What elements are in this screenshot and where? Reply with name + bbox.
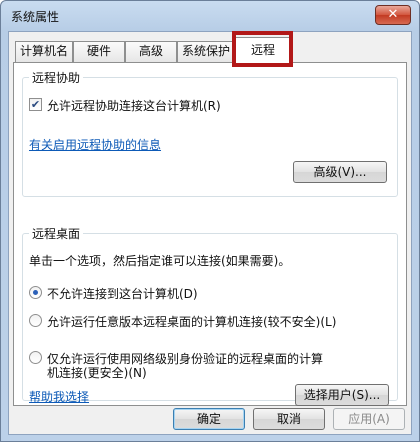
help-me-choose-link[interactable]: 帮助我选择 [29,388,89,405]
remote-assistance-info-link[interactable]: 有关启用远程协助的信息 [29,136,161,153]
option-deny-label[interactable]: 不允许连接到这台计算机(D) [47,285,198,302]
remote-tab-panel: 远程协助 ✔ 允许远程协助连接这台计算机(R) 有关启用远程协助的信息 高级(V… [13,62,407,406]
close-icon: ✕ [387,7,399,22]
tab-advanced[interactable]: 高级 [125,41,177,62]
system-properties-window: 系统属性 ✕ 计算机名 硬件 高级 系统保护 远程 远程协助 ✔ 允许远程协助连… [0,0,420,442]
option-any-version-label[interactable]: 允许运行任意版本远程桌面的计算机连接(较不安全)(L) [47,313,336,330]
close-button[interactable]: ✕ [375,5,411,25]
option-nla-only-label-line2[interactable]: 机连接(更安全)(N) [47,364,147,381]
window-title: 系统属性 [11,10,60,24]
remote-desktop-group-label: 远程桌面 [29,225,84,242]
tab-system-protection[interactable]: 系统保护 [177,41,235,62]
ok-button[interactable]: 确定 [173,408,245,430]
allow-remote-assistance-checkbox[interactable]: ✔ [29,98,42,111]
remote-desktop-group: 远程桌面 单击一个选项，然后指定谁可以连接(如果需要)。 不允许连接到这台计算机… [22,225,398,406]
title-bar[interactable]: 系统属性 ✕ [1,1,419,31]
tab-computer-name[interactable]: 计算机名 [15,41,73,62]
option-any-version-radio[interactable] [29,314,42,327]
cancel-button[interactable]: 取消 [253,408,325,430]
tab-hardware[interactable]: 硬件 [73,41,125,62]
apply-button[interactable]: 应用(A) [333,408,405,430]
option-nla-only-radio[interactable] [29,351,42,364]
option-deny-radio[interactable] [29,286,42,299]
remote-assistance-group-label: 远程协助 [29,69,84,86]
allow-remote-assistance-label[interactable]: 允许远程协助连接这台计算机(R) [47,97,221,114]
remote-desktop-description: 单击一个选项，然后指定谁可以连接(如果需要)。 [29,254,291,268]
checkmark-icon: ✔ [30,98,41,111]
select-users-button[interactable]: 选择用户(S)... [295,384,389,406]
remote-assistance-group: 远程协助 ✔ 允许远程协助连接这台计算机(R) 有关启用远程协助的信息 高级(V… [22,69,398,197]
dialog-client-area: 计算机名 硬件 高级 系统保护 远程 远程协助 ✔ 允许远程协助连接这台计算机(… [8,31,412,435]
advanced-button[interactable]: 高级(V)... [293,161,387,183]
tab-remote[interactable]: 远程 [235,37,291,63]
